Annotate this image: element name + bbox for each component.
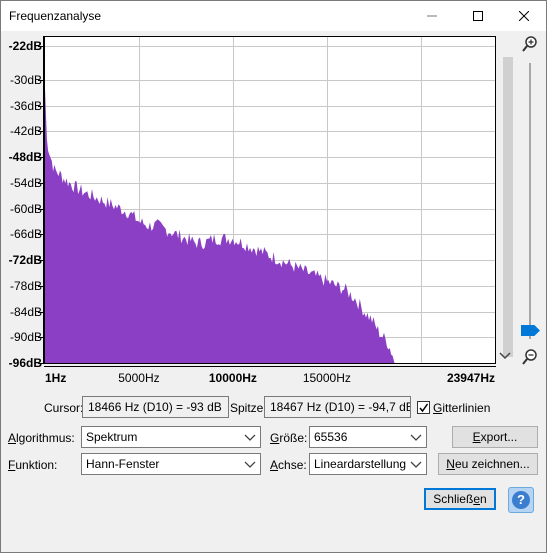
x-axis-line bbox=[44, 366, 496, 367]
chevron-down-icon bbox=[244, 461, 256, 468]
spectrum-chart bbox=[45, 37, 495, 363]
algorithm-label-rest: lgorithmus: bbox=[16, 431, 75, 445]
close-window-button[interactable] bbox=[501, 0, 547, 31]
scroll-down-arrow-icon[interactable] bbox=[498, 350, 512, 362]
help-icon: ? bbox=[512, 491, 530, 509]
export-button[interactable]: Export... bbox=[452, 426, 538, 448]
axis-label-rest: chse: bbox=[278, 458, 307, 472]
help-button[interactable]: ? bbox=[508, 487, 534, 513]
grid-checkbox-label[interactable]: Gitterlinien bbox=[433, 401, 490, 415]
size-label-rest: röße: bbox=[279, 431, 308, 445]
spectrum-plot[interactable] bbox=[44, 36, 496, 364]
peak-value-field: 18467 Hz (D10) = -94,7 dB bbox=[264, 396, 411, 418]
y-tick-label: -78dB bbox=[9, 278, 42, 293]
function-label-rest: unktion: bbox=[15, 458, 58, 472]
close-button[interactable]: Schließen bbox=[424, 488, 496, 510]
x-tick-label: 5000Hz bbox=[118, 371, 160, 385]
peak-label: Spitze: bbox=[230, 401, 267, 415]
grid-checkbox-label-rest: itterlinien bbox=[442, 401, 491, 415]
cursor-label: Cursor: bbox=[44, 401, 84, 415]
zoom-slider-groove bbox=[529, 63, 531, 339]
checkmark-icon bbox=[419, 403, 429, 413]
y-tick-label: -72dB bbox=[8, 253, 42, 268]
minimize-icon bbox=[427, 15, 437, 16]
algorithm-value: Spektrum bbox=[86, 430, 138, 444]
y-tick-label: -22dB bbox=[8, 38, 42, 53]
zoom-slider-thumb[interactable] bbox=[521, 325, 540, 336]
minimize-button[interactable] bbox=[409, 0, 455, 31]
zoom-in-icon bbox=[522, 36, 537, 52]
maximize-icon bbox=[473, 10, 483, 21]
size-select[interactable]: 65536 bbox=[309, 426, 427, 448]
vertical-scrollbar[interactable] bbox=[503, 57, 513, 357]
export-label-rest: xport... bbox=[480, 430, 518, 444]
y-tick-label: -42dB bbox=[9, 124, 42, 139]
close-icon bbox=[519, 10, 529, 21]
x-tick-label: 10000Hz bbox=[208, 371, 257, 385]
zoom-out-button[interactable] bbox=[521, 348, 539, 366]
zoom-out-icon bbox=[522, 349, 537, 365]
chevron-down-icon bbox=[410, 434, 422, 441]
maximize-button[interactable] bbox=[455, 0, 501, 31]
zoom-in-button[interactable] bbox=[521, 35, 539, 53]
function-label: Funktion: bbox=[8, 458, 58, 472]
cursor-value-field: 18466 Hz (D10) = -93 dB bbox=[82, 396, 229, 418]
function-value: Hann-Fenster bbox=[86, 457, 160, 471]
window-title: Frequenzanalyse bbox=[9, 9, 102, 23]
y-tick-label: -96dB bbox=[8, 356, 42, 370]
y-tick-label: -54dB bbox=[9, 175, 42, 190]
algorithm-select[interactable]: Spektrum bbox=[81, 426, 261, 448]
size-label: Größe: bbox=[270, 431, 308, 445]
chevron-down-icon bbox=[244, 434, 256, 441]
x-tick-label: 15000Hz bbox=[302, 371, 351, 385]
close-label: Schließen bbox=[433, 492, 487, 506]
x-tick-label: 23947Hz bbox=[446, 371, 495, 385]
algorithm-label: Algorithmus: bbox=[8, 431, 75, 445]
axis-label: Achse: bbox=[270, 458, 307, 472]
x-tick-label: 1Hz bbox=[45, 371, 67, 385]
y-tick-label: -30dB bbox=[9, 72, 42, 87]
axis-select[interactable]: Lineardarstellung bbox=[309, 453, 427, 475]
y-tick-label: -84dB bbox=[9, 304, 42, 319]
y-tick-label: -90dB bbox=[9, 330, 42, 345]
chevron-down-icon bbox=[410, 461, 422, 468]
y-tick-label: -36dB bbox=[9, 98, 42, 113]
redraw-label-rest: eu zeichnen... bbox=[454, 457, 530, 471]
y-tick-label: -66dB bbox=[9, 227, 42, 242]
function-select[interactable]: Hann-Fenster bbox=[81, 453, 261, 475]
title-bar: Frequenzanalyse bbox=[0, 0, 547, 31]
redraw-button[interactable]: Neu zeichnen... bbox=[438, 453, 538, 475]
y-tick-label: -48dB bbox=[8, 150, 42, 165]
size-value: 65536 bbox=[314, 430, 348, 444]
y-tick-label: -60dB bbox=[9, 201, 42, 216]
axis-value: Lineardarstellung bbox=[314, 457, 407, 471]
spectrum-series bbox=[45, 88, 395, 363]
grid-checkbox[interactable] bbox=[417, 401, 430, 414]
